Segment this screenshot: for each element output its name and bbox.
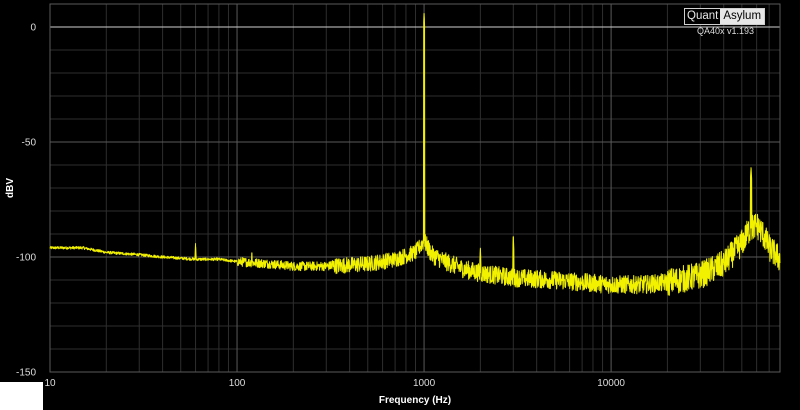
spectrum-chart: 10 100 1000 10000 0 -50 -100 -150 Frequency (Hz… [0, 0, 800, 410]
y-axis-title: dBV [5, 178, 16, 198]
logo-text-quant: Quant [685, 9, 721, 24]
x-tick-label: 100 [229, 378, 246, 389]
y-tick-label: 0 [30, 23, 36, 34]
x-tick-label: 1000 [413, 378, 436, 389]
x-tick-label: 10 [44, 378, 56, 389]
quantasylum-logo: Quant Asylum [684, 8, 766, 25]
x-axis-title: Frequency (Hz) [379, 395, 451, 406]
logo-text-asylum: Asylum [720, 9, 765, 24]
y-tick-label: -150 [16, 368, 36, 379]
version-label: QA40x v1.193 [697, 26, 755, 36]
y-tick-label: -100 [16, 253, 36, 264]
x-tick-label: 10000 [597, 378, 625, 389]
y-tick-label: -50 [22, 138, 37, 149]
corner-patch [0, 382, 43, 410]
